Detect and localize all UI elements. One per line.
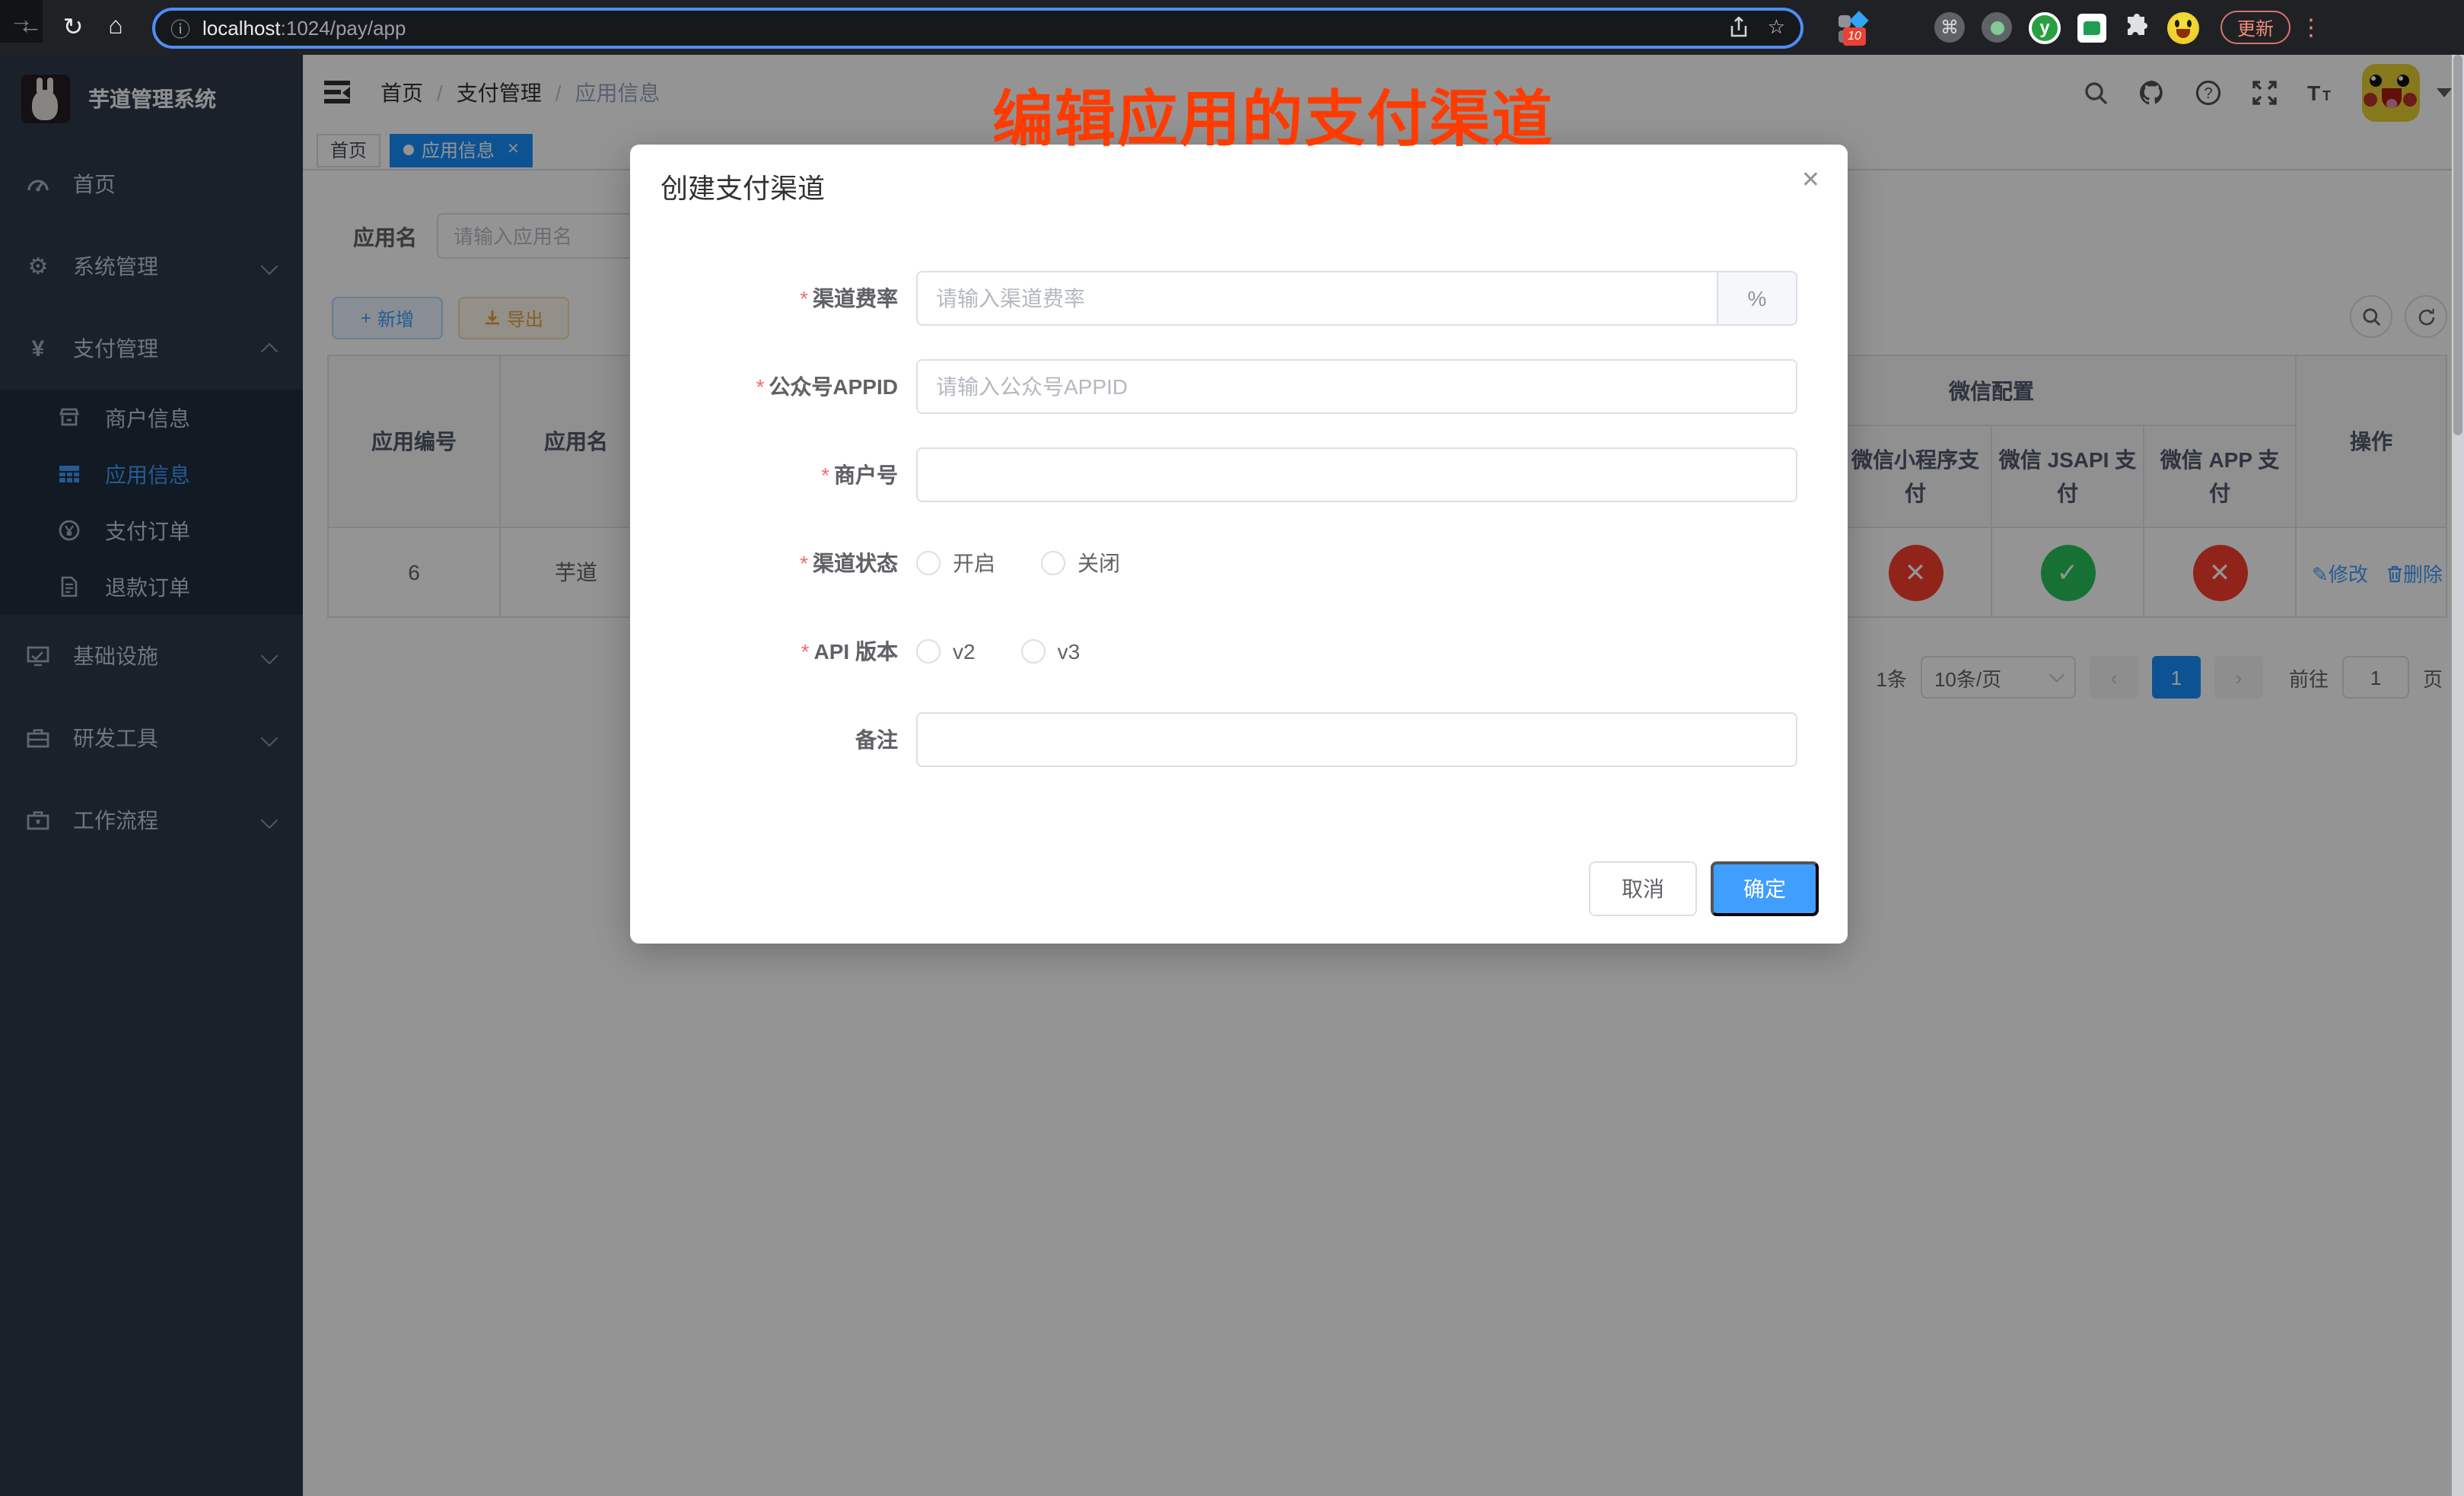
balloon-extension-icon[interactable] <box>1886 11 1918 43</box>
chat-extension-icon[interactable] <box>2077 13 2106 42</box>
radio-circle-icon <box>1021 639 1046 664</box>
radio-circle-icon <box>1041 551 1065 575</box>
api-label: API 版本 <box>814 639 898 664</box>
dialog-close-icon[interactable]: ✕ <box>1801 166 1820 193</box>
site-info-icon[interactable]: ⓘ <box>170 13 190 42</box>
extensions-bar: 10 ⌘ y <box>1837 11 2199 43</box>
y-extension-icon[interactable]: y <box>2029 11 2061 43</box>
url-host: localhost <box>202 16 281 39</box>
radio-status-closed[interactable]: 关闭 <box>1041 548 1120 578</box>
chrome-update-button[interactable]: 更新 <box>2220 11 2291 44</box>
reload-icon[interactable]: ↻ <box>52 6 94 49</box>
extension-badge: 10 <box>1843 27 1866 45</box>
browser-toolbar: ← → ↻ ⌂ ⓘ localhost :1024/pay/app ☆ 10 ⌘… <box>0 0 2464 55</box>
tab-manager-extension-icon[interactable]: 10 <box>1837 11 1869 43</box>
percent-suffix: % <box>1718 271 1797 326</box>
url-bar[interactable]: ⓘ localhost :1024/pay/app ☆ <box>152 7 1803 48</box>
form-row-status: *渠道状态 开启 关闭 <box>630 536 1848 590</box>
app-window: 芋道管理系统 首页 ⚙ 系统管理 ¥ 支付管理 <box>0 55 2464 1496</box>
emoji-profile-icon[interactable] <box>2167 11 2199 43</box>
radio-status-open[interactable]: 开启 <box>916 548 995 578</box>
radio-api-v3[interactable]: v3 <box>1021 639 1081 664</box>
forward-icon[interactable]: → <box>0 0 43 43</box>
form-row-api: *API 版本 v2 v3 <box>630 624 1848 679</box>
radio-circle-icon <box>916 551 941 575</box>
extensions-puzzle-icon[interactable] <box>2123 14 2150 41</box>
rate-label: 渠道费率 <box>813 286 898 310</box>
appid-input[interactable] <box>916 359 1797 414</box>
dialog-title: 创建支付渠道 <box>661 167 825 207</box>
url-path: :1024/pay/app <box>281 16 406 39</box>
annotation-text: 编辑应用的支付渠道 <box>992 70 1554 158</box>
cancel-button[interactable]: 取消 <box>1589 861 1697 916</box>
remark-input[interactable] <box>916 712 1797 767</box>
radio-circle-icon <box>916 639 941 664</box>
bookmark-star-icon[interactable]: ☆ <box>1768 15 1785 40</box>
browser-scrollbar[interactable] <box>2452 55 2464 1496</box>
screen: ← → ↻ ⌂ ⓘ localhost :1024/pay/app ☆ 10 ⌘… <box>0 0 2464 1496</box>
merchant-label: 商户号 <box>834 463 898 487</box>
scrollbar-thumb[interactable] <box>2453 55 2462 435</box>
merchant-input[interactable] <box>916 447 1797 502</box>
form-row-remark: 备注 <box>630 712 1848 767</box>
status-label: 渠道状态 <box>813 551 898 575</box>
appid-label: 公众号APPID <box>769 374 898 399</box>
command-extension-icon[interactable]: ⌘ <box>1934 12 1965 43</box>
rate-input[interactable] <box>916 271 1718 326</box>
browser-menu-icon[interactable]: ⋮ <box>2300 14 2322 41</box>
home-icon[interactable]: ⌂ <box>94 6 137 49</box>
form-row-rate: *渠道费率 % <box>630 271 1848 326</box>
radio-api-v2[interactable]: v2 <box>916 639 976 664</box>
form-row-appid: *公众号APPID <box>630 359 1848 414</box>
recorder-extension-icon[interactable] <box>1982 12 2012 43</box>
form-row-merchant: *商户号 <box>630 447 1848 502</box>
remark-label: 备注 <box>855 727 898 752</box>
share-icon[interactable] <box>1730 17 1749 38</box>
create-pay-channel-dialog: 创建支付渠道 ✕ *渠道费率 % *公众号APPID *商户号 <box>630 145 1848 944</box>
confirm-button[interactable]: 确定 <box>1711 861 1819 916</box>
